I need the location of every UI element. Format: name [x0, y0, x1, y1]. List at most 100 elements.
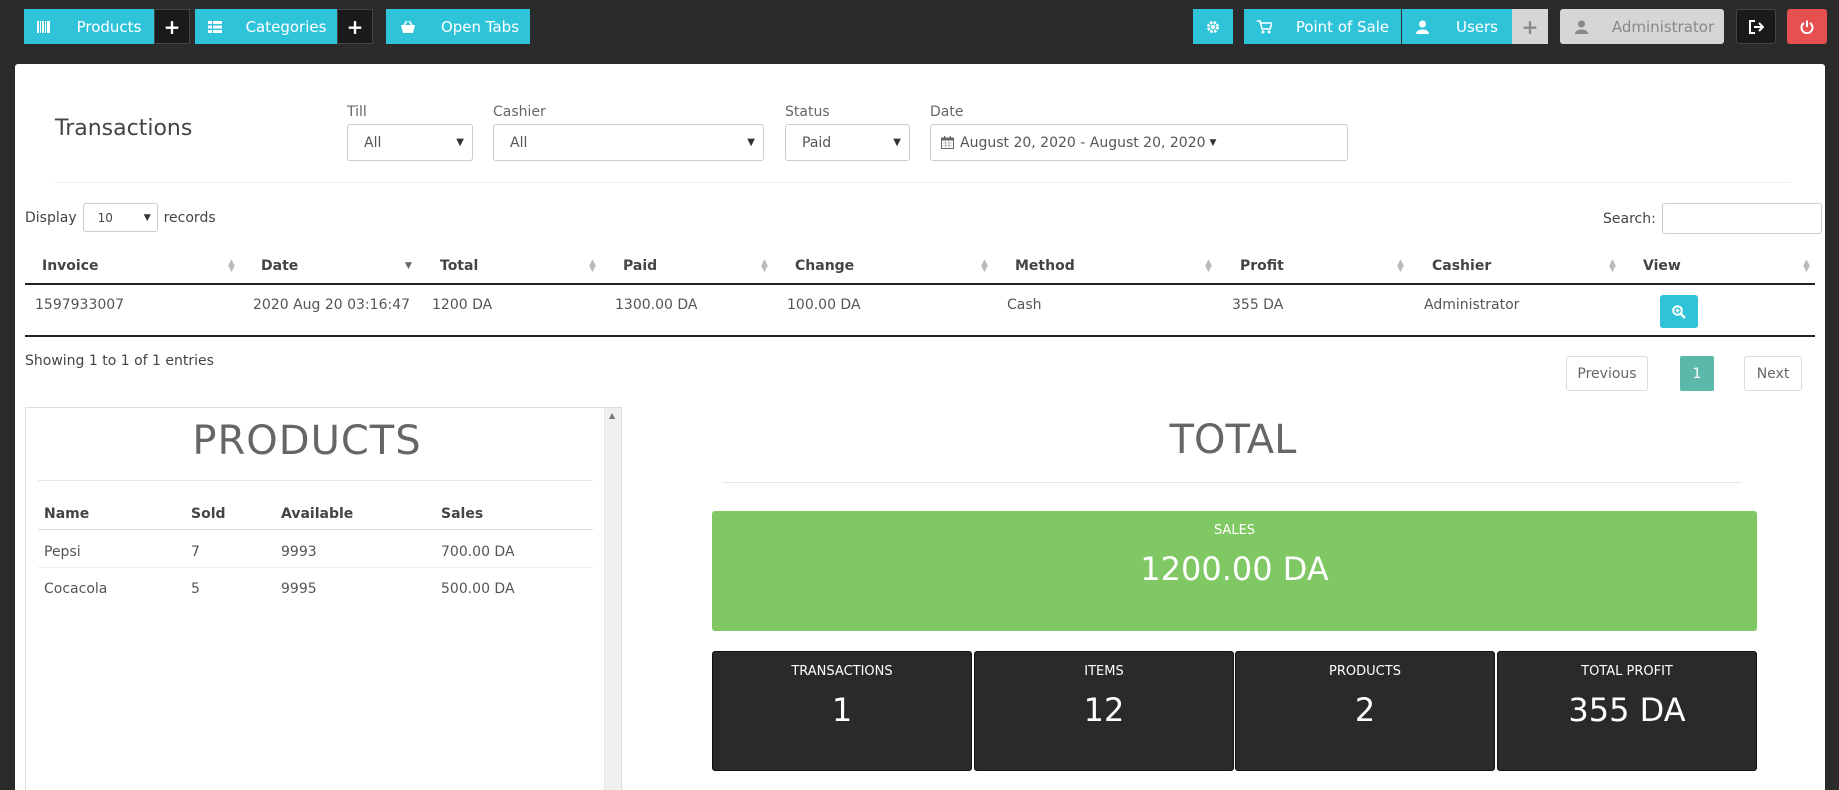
- power-button[interactable]: [1787, 9, 1827, 44]
- sales-caption: SALES: [1213, 523, 1256, 538]
- col-date[interactable]: Date: [261, 258, 298, 274]
- col-change[interactable]: Change: [795, 258, 854, 274]
- date-range-picker[interactable]: August 20, 2020 - August 20, 2020 ▼: [930, 124, 1348, 161]
- add-product-button[interactable]: +: [154, 9, 190, 44]
- card-value: 2: [1354, 691, 1376, 729]
- sort-icon[interactable]: ▲ ▼: [761, 259, 768, 274]
- col-sales: Sales: [441, 506, 484, 522]
- sort-icon[interactable]: ▲ ▼: [1609, 259, 1616, 274]
- col-method[interactable]: Method: [1015, 258, 1075, 274]
- card-caption: TRANSACTIONS: [791, 664, 893, 679]
- scrollbar[interactable]: ▲: [604, 408, 621, 790]
- products-button[interactable]: Products: [24, 9, 154, 44]
- col-total[interactable]: Total: [440, 258, 478, 274]
- divider: [722, 482, 1742, 483]
- gear-icon: [1206, 20, 1220, 34]
- till-select[interactable]: All ▼: [347, 124, 473, 161]
- plus-icon: +: [346, 14, 364, 39]
- logout-button[interactable]: [1736, 9, 1776, 44]
- status-select[interactable]: Paid ▼: [785, 124, 910, 161]
- sign-out-icon: [1748, 19, 1764, 34]
- add-category-button[interactable]: +: [337, 9, 373, 44]
- status-label: Status: [785, 104, 830, 120]
- card-caption: PRODUCTS: [1329, 664, 1401, 679]
- col-paid[interactable]: Paid: [623, 258, 657, 274]
- sort-icon[interactable]: ▲ ▼: [1205, 259, 1212, 274]
- table-header: Invoice ▲ ▼ Date ▼ Total ▲ ▼ Paid ▲ ▼ Chang…: [25, 248, 1815, 285]
- zoom-in-icon: [1672, 304, 1686, 319]
- point-of-sale-label: Point of Sale: [1295, 17, 1390, 36]
- divider: [38, 567, 593, 568]
- records-label: records: [163, 209, 216, 226]
- records-per-page: Display 10 ▼ records: [25, 203, 216, 232]
- col-name: Name: [44, 506, 90, 522]
- col-sold: Sold: [191, 506, 226, 522]
- previous-page-button[interactable]: Previous: [1566, 356, 1648, 391]
- caret-down-icon: ▼: [893, 137, 901, 148]
- col-invoice[interactable]: Invoice: [42, 258, 99, 274]
- col-available: Available: [281, 506, 354, 522]
- settings-button[interactable]: [1193, 9, 1233, 44]
- view-transaction-button[interactable]: [1660, 295, 1698, 328]
- page-1-button[interactable]: 1: [1680, 356, 1714, 391]
- sort-icon[interactable]: ▲ ▼: [228, 259, 235, 274]
- barcode-icon: [24, 20, 64, 34]
- cashier-select[interactable]: All ▼: [493, 124, 764, 161]
- open-tabs-button[interactable]: Open Tabs: [386, 9, 530, 44]
- product-name: Cocacola: [44, 581, 108, 597]
- sort-icon[interactable]: ▲ ▼: [589, 259, 596, 274]
- sort-icon[interactable]: ▲ ▼: [1803, 259, 1810, 274]
- products-card: PRODUCTS 2: [1235, 651, 1495, 771]
- calendar-icon: [941, 136, 954, 149]
- product-sales: 500.00 DA: [441, 581, 515, 597]
- cashier-value: All: [510, 134, 528, 151]
- sort-icon[interactable]: ▲ ▼: [1397, 259, 1404, 274]
- card-value: 12: [1083, 691, 1125, 729]
- admin-profile-button[interactable]: Administrator: [1560, 9, 1724, 44]
- col-cashier[interactable]: Cashier: [1432, 258, 1491, 274]
- cell-paid: 1300.00 DA: [615, 297, 698, 313]
- col-view[interactable]: View: [1643, 258, 1681, 274]
- display-label: Display: [25, 209, 77, 226]
- date-label: Date: [930, 104, 964, 120]
- sort-desc-icon[interactable]: ▼: [405, 262, 412, 271]
- users-button[interactable]: Users: [1402, 9, 1512, 44]
- status-value: Paid: [802, 134, 832, 151]
- categories-button[interactable]: Categories: [195, 9, 337, 44]
- users-label: Users: [1455, 17, 1498, 36]
- top-navbar: Products + Categories + Open Tabs Point …: [0, 0, 1839, 62]
- table-info: Showing 1 to 1 of 1 entries: [25, 353, 214, 369]
- scroll-up-icon[interactable]: ▲: [609, 411, 615, 420]
- user-icon: [1560, 20, 1602, 34]
- records-per-page-select[interactable]: 10 ▼: [82, 203, 158, 232]
- cell-date: 2020 Aug 20 03:16:47: [253, 297, 411, 313]
- cell-profit: 355 DA: [1232, 297, 1284, 313]
- date-range-value: August 20, 2020 - August 20, 2020: [960, 134, 1206, 151]
- divider: [38, 480, 593, 481]
- sort-icon[interactable]: ▲ ▼: [981, 259, 988, 274]
- card-value: 355 DA: [1568, 691, 1686, 729]
- cell-invoice: 1597933007: [35, 297, 125, 313]
- plus-icon: +: [163, 14, 181, 39]
- categories-label: Categories: [245, 17, 327, 36]
- search-input[interactable]: [1661, 203, 1822, 234]
- main-panel: Transactions Till All ▼ Cashier All ▼ St…: [15, 64, 1825, 790]
- card-caption: TOTAL PROFIT: [1581, 664, 1673, 679]
- card-caption: ITEMS: [1084, 664, 1124, 679]
- products-label: Products: [76, 17, 142, 36]
- product-sold: 7: [191, 544, 200, 560]
- point-of-sale-button[interactable]: Point of Sale: [1244, 9, 1401, 44]
- admin-label: Administrator: [1611, 17, 1715, 36]
- col-profit[interactable]: Profit: [1240, 258, 1284, 274]
- till-value: All: [364, 134, 382, 151]
- product-name: Pepsi: [44, 544, 81, 560]
- basket-icon: [386, 20, 430, 34]
- add-user-button[interactable]: +: [1512, 9, 1548, 44]
- next-page-button[interactable]: Next: [1744, 356, 1802, 391]
- caret-down-icon: ▼: [456, 137, 464, 148]
- cell-total: 1200 DA: [432, 297, 493, 313]
- open-tabs-label: Open Tabs: [440, 17, 520, 36]
- till-label: Till: [347, 104, 367, 120]
- product-sold: 5: [191, 581, 200, 597]
- items-card: ITEMS 12: [974, 651, 1234, 771]
